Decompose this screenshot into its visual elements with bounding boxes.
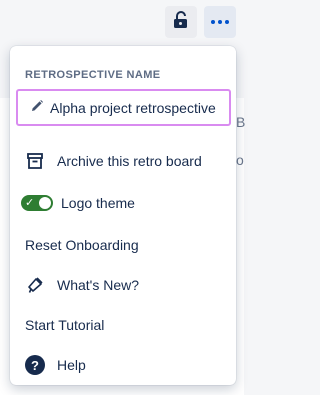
check-icon: ✓ — [25, 197, 35, 209]
whats-new-label: What's New? — [57, 277, 140, 293]
reset-onboarding-label: Reset Onboarding — [25, 237, 139, 253]
lock-button[interactable] — [165, 6, 197, 38]
archive-board-item[interactable]: Archive this retro board — [25, 149, 202, 173]
megaphone-icon — [25, 275, 45, 295]
logo-theme-toggle[interactable]: ✓ — [21, 195, 53, 211]
retro-name-field[interactable]: Alpha project retrospective — [16, 89, 231, 126]
whats-new-item[interactable]: What's New? — [25, 273, 139, 297]
section-header: RETROSPECTIVE NAME — [25, 69, 161, 81]
help-icon: ? — [25, 355, 45, 375]
archive-label: Archive this retro board — [57, 153, 202, 169]
archive-icon — [25, 151, 45, 171]
start-tutorial-label: Start Tutorial — [25, 317, 105, 333]
retro-name-value: Alpha project retrospective — [50, 99, 216, 116]
more-options-button[interactable] — [204, 6, 236, 38]
unlock-icon — [173, 10, 189, 34]
pencil-icon — [30, 99, 44, 116]
board-settings-menu: RETROSPECTIVE NAME Alpha project retrosp… — [10, 46, 236, 385]
logo-theme-label: Logo theme — [61, 195, 135, 211]
reset-onboarding-item[interactable]: Reset Onboarding — [25, 233, 139, 257]
toggle-knob — [39, 197, 51, 209]
logo-theme-item[interactable]: ✓ Logo theme — [21, 191, 135, 215]
help-label: Help — [57, 357, 86, 373]
background-text-fragment: B — [236, 114, 246, 130]
more-icon — [211, 20, 229, 24]
background-text-fragment: o — [236, 152, 244, 168]
start-tutorial-item[interactable]: Start Tutorial — [25, 313, 104, 337]
help-item[interactable]: ? Help — [25, 353, 86, 377]
